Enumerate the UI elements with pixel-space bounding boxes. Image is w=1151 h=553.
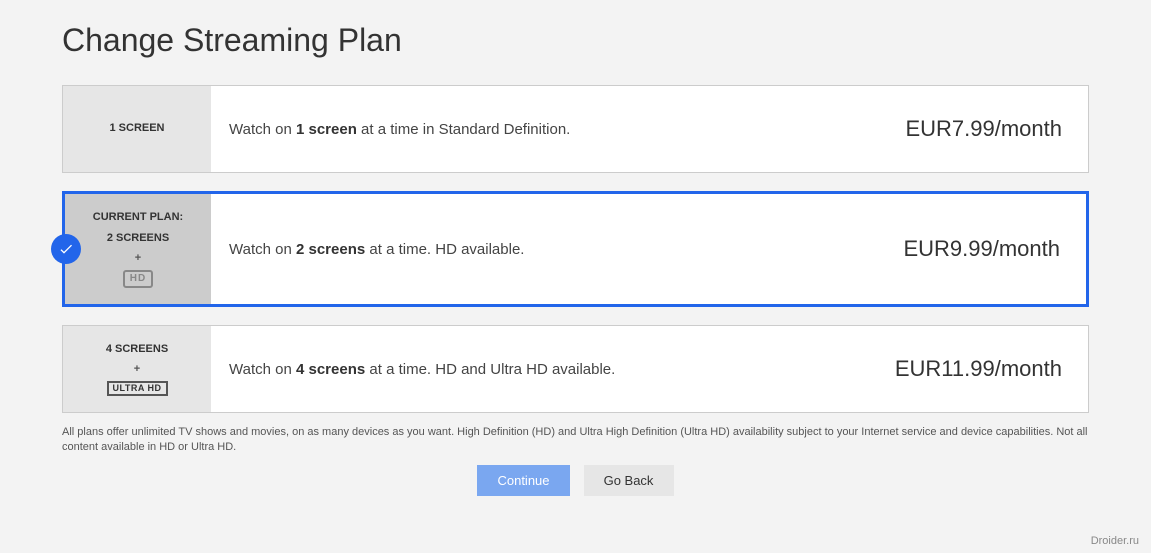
go-back-button[interactable]: Go Back <box>584 465 674 496</box>
plan-description: Watch on 4 screens at a time. HD and Ult… <box>211 326 895 412</box>
plan-description: Watch on 2 screens at a time. HD availab… <box>211 194 903 304</box>
desc-post: at a time. HD and Ultra HD available. <box>365 361 615 378</box>
current-plan-label: CURRENT PLAN: <box>93 210 183 225</box>
plus-sign: + <box>134 362 140 377</box>
plan-option-1screen[interactable]: 1 SCREEN Watch on 1 screen at a time in … <box>62 85 1089 173</box>
plan-option-4screens[interactable]: 4 SCREENS + ULTRA HD Watch on 4 screens … <box>62 325 1089 413</box>
plan-price: EUR7.99/month <box>905 86 1088 172</box>
desc-post: at a time. HD available. <box>365 241 524 258</box>
plan-left-label: CURRENT PLAN: 2 SCREENS + HD <box>65 194 211 304</box>
desc-bold: 2 screens <box>296 241 365 258</box>
page-title: Change Streaming Plan <box>62 22 1089 59</box>
plan-description: Watch on 1 screen at a time in Standard … <box>211 86 905 172</box>
desc-post: at a time in Standard Definition. <box>357 121 570 138</box>
plan-screens-label: 2 SCREENS <box>107 231 169 246</box>
desc-bold: 4 screens <box>296 361 365 378</box>
watermark-text: Droider.ru <box>1091 535 1139 547</box>
ultra-hd-badge-icon: ULTRA HD <box>107 381 168 396</box>
plan-price: EUR9.99/month <box>903 194 1086 304</box>
plan-screens-label: 4 SCREENS <box>106 342 168 357</box>
selected-check-icon <box>51 234 81 264</box>
plan-disclaimer: All plans offer unlimited TV shows and m… <box>62 425 1089 455</box>
hd-badge-icon: HD <box>123 270 153 288</box>
continue-button[interactable]: Continue <box>477 465 569 496</box>
plan-option-2screens[interactable]: CURRENT PLAN: 2 SCREENS + HD Watch on 2 … <box>62 191 1089 307</box>
plan-left-label: 4 SCREENS + ULTRA HD <box>63 326 211 412</box>
plan-screens-label: 1 SCREEN <box>109 121 164 136</box>
desc-pre: Watch on <box>229 121 296 138</box>
plan-left-label: 1 SCREEN <box>63 86 211 172</box>
desc-pre: Watch on <box>229 361 296 378</box>
plus-sign: + <box>135 251 141 266</box>
desc-bold: 1 screen <box>296 121 357 138</box>
plan-price: EUR11.99/month <box>895 326 1088 412</box>
desc-pre: Watch on <box>229 241 296 258</box>
